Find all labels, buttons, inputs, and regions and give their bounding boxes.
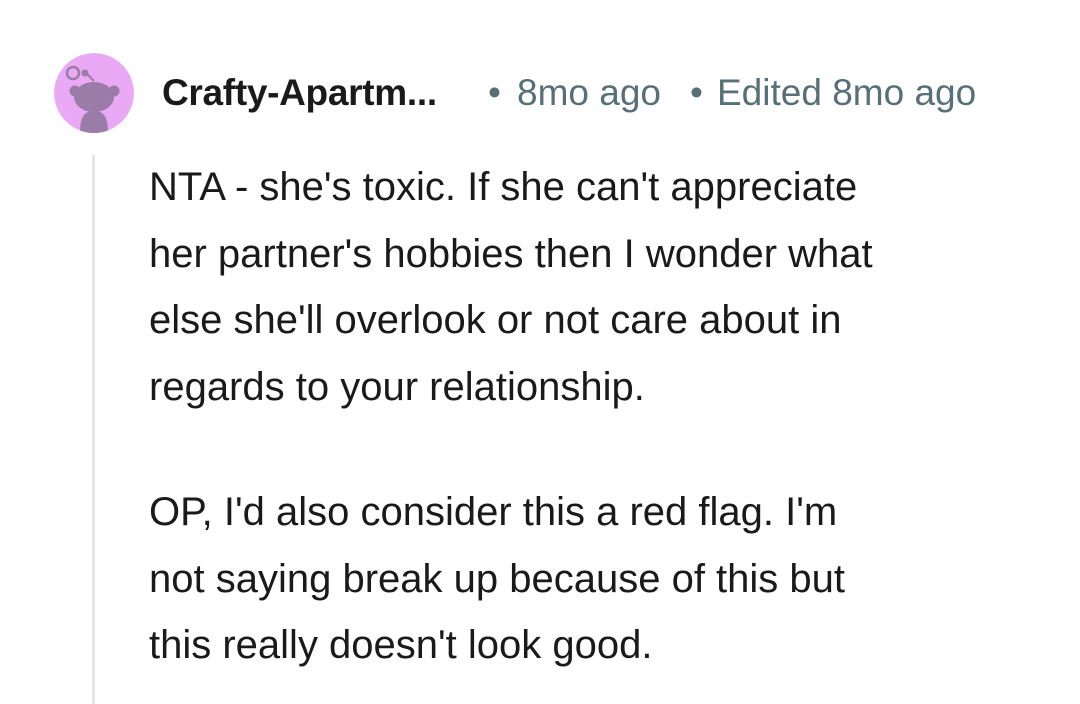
comment-paragraph: OP, I'd also consider this a red flag. I… — [149, 490, 846, 667]
comment-author[interactable]: Crafty-Apartm... — [162, 72, 437, 114]
comment-paragraph: NTA - she's toxic. If she can't apprecia… — [149, 165, 873, 409]
comment-body: NTA - she's toxic. If she can't apprecia… — [149, 154, 1049, 679]
meta-separator: • — [690, 72, 703, 113]
user-avatar[interactable] — [54, 53, 134, 133]
thread-line[interactable] — [92, 155, 95, 704]
snoo-avatar-icon — [54, 53, 134, 133]
edited-label: Edited 8mo ago — [717, 72, 977, 113]
comment-timestamp: 8mo ago — [517, 72, 661, 113]
meta-separator: • — [488, 72, 501, 113]
comment: Crafty-Apartm... • 8mo ago • Edited 8mo … — [0, 0, 1080, 704]
